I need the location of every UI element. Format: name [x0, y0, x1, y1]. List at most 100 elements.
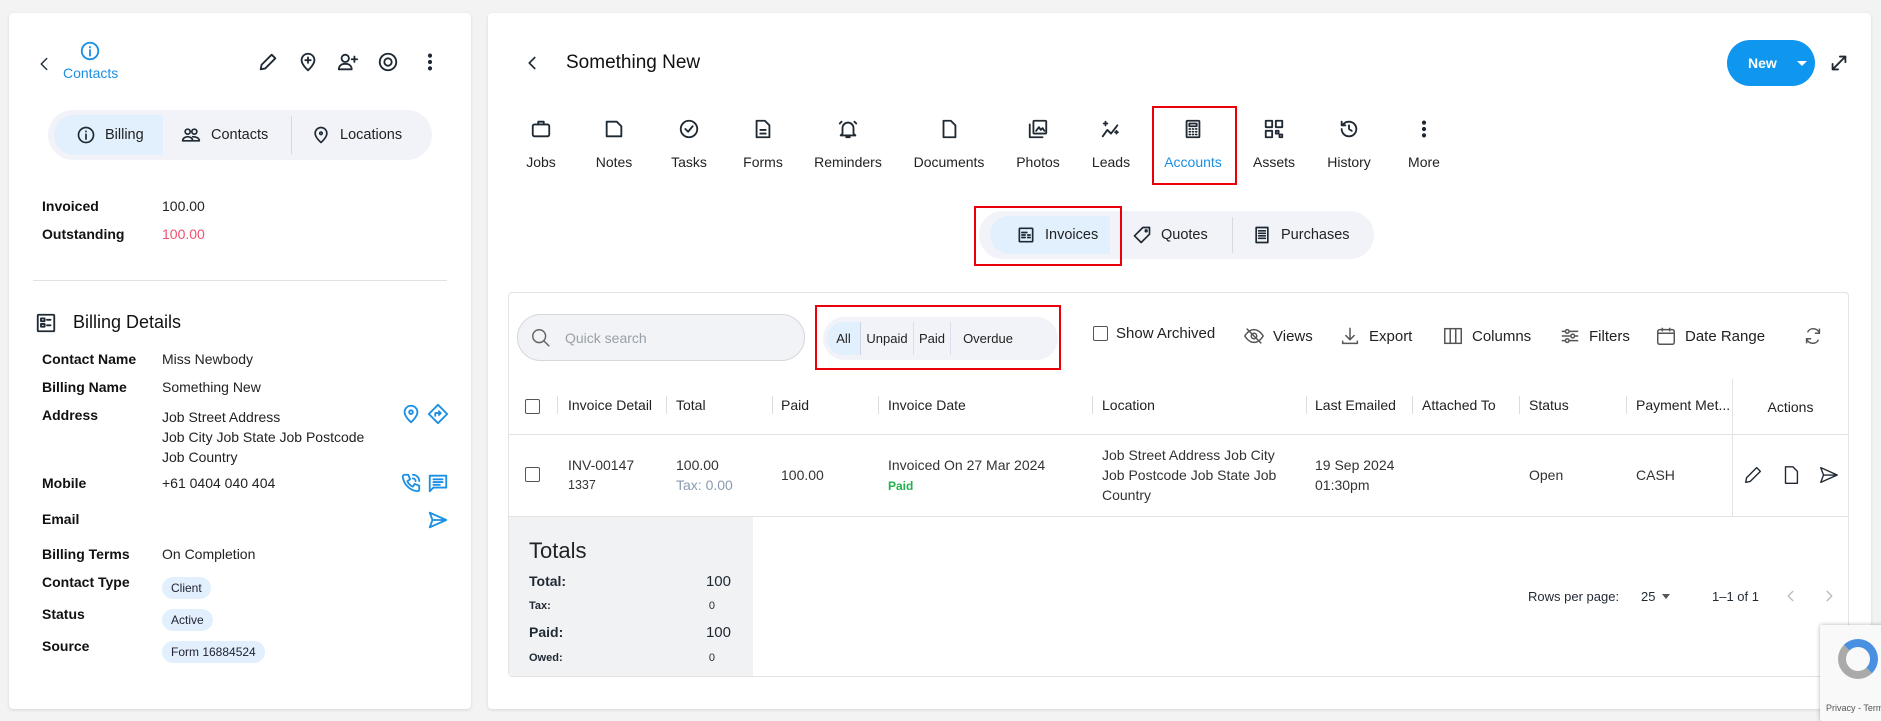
column-header-attached-to[interactable]: Attached To — [1422, 397, 1496, 413]
address-line: Job Street Address — [162, 409, 281, 425]
tab-label: Contacts — [211, 127, 269, 143]
prev-page-icon[interactable] — [1780, 585, 1802, 607]
column-header-invoice-date[interactable]: Invoice Date — [888, 397, 966, 413]
edit-pencil-icon[interactable] — [257, 51, 279, 73]
refresh-icon — [1802, 325, 1824, 347]
tab-label: Billing — [105, 127, 144, 143]
contact-tabs: Billing Contacts Locations — [48, 110, 432, 160]
tab-label: Tasks — [671, 154, 707, 170]
invoiced-value: 100.00 — [162, 198, 205, 214]
contacts-header-label[interactable]: Contacts — [63, 65, 118, 81]
column-header-payment-method[interactable]: Payment Met... — [1636, 397, 1730, 413]
back-chevron-icon[interactable] — [33, 53, 55, 75]
location-line: Country — [1102, 487, 1152, 503]
bell-icon — [837, 118, 859, 140]
address-line: Job City Job State Job Postcode — [162, 429, 365, 445]
tab-documents[interactable]: Documents — [904, 118, 994, 170]
caret-down-icon — [1662, 594, 1671, 599]
last-emailed: 19 Sep 2024 01:30pm — [1315, 455, 1394, 495]
recaptcha-links[interactable]: Privacy - Terms — [1826, 703, 1881, 713]
show-archived-checkbox[interactable]: Show Archived — [1093, 325, 1215, 342]
columns-button[interactable]: Columns — [1442, 325, 1531, 347]
divider — [1232, 217, 1233, 253]
column-separator — [1412, 396, 1413, 414]
column-separator — [666, 396, 667, 414]
calendar-icon — [1655, 325, 1677, 347]
header-border — [509, 434, 1848, 435]
form-icon — [752, 118, 774, 140]
rows-per-page-label: Rows per page: — [1528, 589, 1620, 604]
document-icon — [938, 118, 960, 140]
recaptcha-badge[interactable]: Privacy - Terms — [1820, 625, 1881, 721]
info-icon[interactable] — [79, 40, 101, 62]
directions-icon[interactable] — [427, 403, 449, 425]
more-vert-icon[interactable] — [419, 51, 441, 73]
refresh-button[interactable] — [1802, 325, 1824, 347]
next-page-icon[interactable] — [1818, 585, 1840, 607]
tab-locations[interactable]: Locations — [311, 115, 431, 155]
location-line: Job Postcode Job State Job — [1102, 467, 1277, 483]
subtab-label: Quotes — [1161, 227, 1208, 243]
column-separator — [772, 396, 773, 414]
expand-icon[interactable] — [1828, 52, 1850, 74]
tab-more[interactable]: More — [1379, 118, 1469, 170]
billing-terms-label: Billing Terms — [42, 546, 130, 562]
export-button[interactable]: Export — [1339, 325, 1412, 347]
quick-search-input[interactable]: Quick search — [517, 314, 805, 361]
merge-icon[interactable] — [377, 51, 399, 73]
receipt-icon — [1252, 225, 1272, 245]
column-header-invoice-detail[interactable]: Invoice Detail — [568, 397, 652, 413]
checkbox[interactable] — [1093, 326, 1108, 341]
tab-label: Leads — [1091, 154, 1131, 170]
send-email-icon[interactable] — [427, 509, 449, 531]
location-pin-icon — [311, 125, 331, 145]
tab-label: Documents — [913, 154, 985, 170]
filters-button[interactable]: Filters — [1559, 325, 1630, 347]
tax-value: 0 — [708, 600, 715, 612]
rows-per-page-select[interactable]: 25 — [1641, 589, 1671, 604]
divider — [33, 280, 447, 281]
check-circle-icon — [678, 118, 700, 140]
contact-type-badge: Client — [162, 577, 211, 599]
contact-sidebar: Contacts Billing Contacts Locations Invo… — [9, 13, 471, 709]
column-header-last-emailed[interactable]: Last Emailed — [1315, 397, 1396, 413]
tab-reminders[interactable]: Reminders — [803, 118, 893, 170]
invoice-number[interactable]: INV-00147 — [568, 455, 634, 475]
toolbar-label: Export — [1369, 327, 1413, 345]
send-icon[interactable] — [1818, 464, 1840, 486]
edit-pencil-icon[interactable] — [1742, 464, 1764, 486]
subtab-quotes[interactable]: Quotes — [1132, 216, 1232, 254]
column-header-status[interactable]: Status — [1529, 397, 1569, 413]
owed-label: Owed: — [529, 652, 563, 664]
add-location-icon[interactable] — [297, 51, 319, 73]
column-header-location[interactable]: Location — [1102, 397, 1155, 413]
briefcase-icon — [530, 118, 552, 140]
date-range-button[interactable]: Date Range — [1655, 325, 1765, 347]
column-header-total[interactable]: Total — [676, 397, 706, 413]
new-button[interactable]: New — [1727, 40, 1815, 86]
pagination-range: 1–1 of 1 — [1712, 589, 1759, 604]
select-all-checkbox[interactable] — [525, 399, 540, 414]
toolbar-label: Filters — [1589, 327, 1630, 345]
subtab-purchases[interactable]: Purchases — [1252, 216, 1372, 254]
tab-billing[interactable]: Billing — [54, 115, 163, 155]
invoice-total: 100.00 — [676, 457, 719, 473]
info-icon — [76, 125, 96, 145]
subtab-label: Purchases — [1281, 227, 1350, 243]
tab-contacts[interactable]: Contacts — [180, 115, 300, 155]
add-person-icon[interactable] — [337, 51, 359, 73]
back-chevron-icon[interactable] — [521, 52, 543, 74]
page-title: Something New — [566, 52, 701, 73]
views-button[interactable]: Views — [1243, 325, 1313, 347]
map-pin-icon[interactable] — [400, 403, 422, 425]
column-header-paid[interactable]: Paid — [781, 397, 809, 413]
tab-label: Locations — [340, 127, 403, 143]
rows-per-page-value: 25 — [1641, 589, 1656, 604]
document-icon[interactable] — [1780, 464, 1802, 486]
status-badge: Active — [162, 609, 213, 631]
row-checkbox[interactable] — [525, 467, 540, 482]
tab-leads[interactable]: Leads — [1066, 118, 1156, 170]
tab-forms[interactable]: Forms — [718, 118, 808, 170]
phone-call-icon[interactable] — [400, 472, 422, 494]
sms-icon[interactable] — [427, 472, 449, 494]
